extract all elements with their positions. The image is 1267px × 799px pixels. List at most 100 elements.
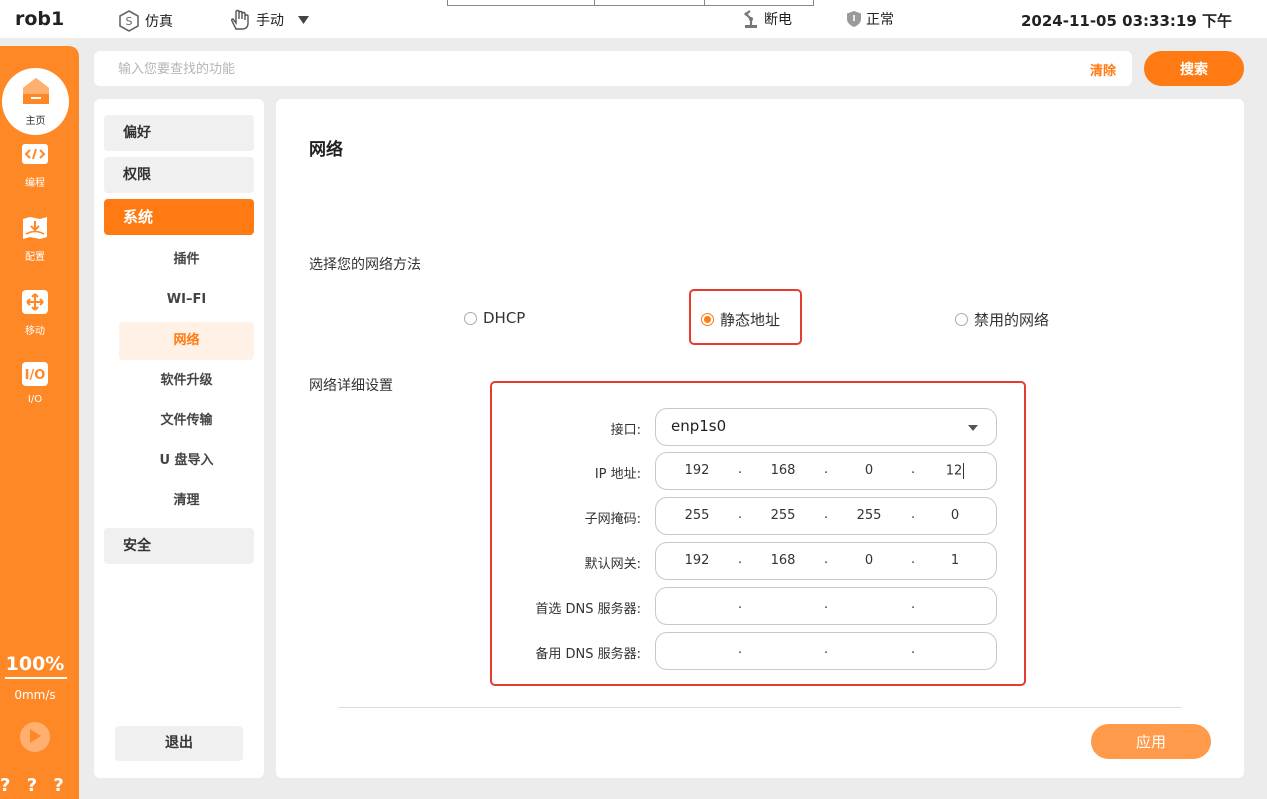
gateway-octet[interactable]: 1 [935, 553, 975, 568]
alternate-dns-field[interactable]: . . . [655, 632, 997, 670]
subnet-octet[interactable]: 255 [677, 508, 717, 523]
robot-name: rob1 [15, 8, 65, 30]
hand-icon [228, 9, 252, 31]
content-divider [338, 707, 1182, 708]
sidebar-item-label: 编程 [25, 178, 45, 189]
octet-separator: . [824, 507, 829, 522]
speed-percent[interactable]: 100% [0, 653, 70, 675]
play-button[interactable] [20, 722, 50, 752]
home-button[interactable]: 主页 [2, 68, 69, 135]
robot-arm-icon [742, 9, 760, 29]
radio-label: DHCP [483, 309, 526, 327]
preferred-dns-field[interactable]: . . . [655, 587, 997, 625]
ip-octet[interactable]: 168 [763, 463, 803, 478]
radio-label: 静态地址 [720, 311, 781, 329]
speed-divider [5, 677, 67, 679]
nav-item-file-transfer[interactable]: 文件传输 [119, 402, 254, 440]
network-details-label: 网络详细设置 [309, 378, 393, 394]
subnet-mask-field[interactable]: 255 . 255 . 255 . 0 [655, 497, 997, 535]
config-download-icon [21, 215, 49, 245]
manual-mode-dropdown[interactable]: 手动 [228, 9, 309, 31]
nav-category-preferences[interactable]: 偏好 [104, 115, 254, 151]
code-icon [21, 143, 49, 171]
interface-select[interactable]: enp1s0 [655, 408, 997, 446]
interface-label: 接口: [610, 423, 641, 438]
octet-separator: . [824, 552, 829, 567]
apply-button[interactable]: 应用 [1091, 724, 1211, 759]
octet-separator: . [738, 552, 743, 567]
manual-mode-label: 手动 [256, 13, 284, 29]
radio-static[interactable]: 静态地址 [701, 309, 780, 330]
octet-separator: . [738, 462, 743, 477]
ip-address-field[interactable]: 192 . 168 . 0 . 12 [655, 452, 997, 490]
nav-item-usb-import[interactable]: U 盘导入 [119, 442, 254, 480]
nav-category-system[interactable]: 系统 [104, 199, 254, 235]
page-title: 网络 [309, 140, 343, 160]
main-sidebar: 主页 编程 配置 移动 I/O I/O 100% 0mm/s ? ? ? ? [0, 46, 79, 799]
nav-item-cleanup[interactable]: 清理 [119, 482, 254, 520]
subnet-octet[interactable]: 255 [849, 508, 889, 523]
search-button[interactable]: 搜索 [1144, 51, 1244, 86]
octet-separator: . [738, 642, 743, 657]
subnet-octet[interactable]: 0 [935, 508, 975, 523]
nav-item-software-upgrade[interactable]: 软件升级 [119, 362, 254, 400]
radio-dot-selected [701, 313, 714, 326]
chevron-down-icon [298, 16, 309, 24]
octet-separator: . [911, 642, 916, 657]
subnet-octet[interactable]: 255 [763, 508, 803, 523]
default-gateway-field[interactable]: 192 . 168 . 0 . 1 [655, 542, 997, 580]
sidebar-item-label: I/O [27, 394, 43, 405]
sidebar-item-io[interactable]: I/O I/O [0, 361, 70, 405]
octet-separator: . [824, 462, 829, 477]
gateway-octet[interactable]: 192 [677, 553, 717, 568]
network-settings-panel: 网络 选择您的网络方法 DHCP 静态地址 禁用的网络 网络详细设置 接口: e… [276, 99, 1244, 778]
ip-octet-active[interactable]: 12 [935, 463, 975, 479]
interface-value: enp1s0 [671, 417, 727, 435]
nav-category-permissions[interactable]: 权限 [104, 157, 254, 193]
radio-dot [464, 311, 477, 325]
speed-value: 0mm/s [14, 688, 56, 702]
ip-octet[interactable]: 0 [849, 463, 889, 478]
octet-separator: . [824, 597, 829, 612]
power-status: 断电 [742, 9, 792, 29]
nav-item-network[interactable]: 网络 [119, 322, 254, 360]
simulation-mode-indicator[interactable]: S 仿真 [117, 9, 173, 33]
simulation-label: 仿真 [145, 14, 173, 30]
help-icons[interactable]: ? ? ? ? [0, 775, 79, 799]
radio-disabled-network[interactable]: 禁用的网络 [955, 309, 1049, 330]
shield-icon [846, 10, 862, 28]
datetime-display: 2024-11-05 03:33:19 下午 [1020, 12, 1232, 30]
radio-label: 禁用的网络 [974, 311, 1050, 329]
svg-text:I/O: I/O [25, 368, 46, 383]
search-bar: 清除 [94, 51, 1132, 86]
radio-dot [955, 313, 968, 326]
top-bar: rob1 S 仿真 手动 断电 正常 2024-11-05 03:33:19 下… [0, 0, 1267, 38]
sidebar-item-config[interactable]: 配置 [0, 215, 70, 263]
default-gateway-label: 默认网关: [584, 557, 641, 572]
play-icon [29, 728, 41, 747]
octet-separator: . [824, 642, 829, 657]
octet-separator: . [911, 507, 916, 522]
gateway-octet[interactable]: 0 [849, 553, 889, 568]
ip-octet-value: 12 [945, 463, 963, 479]
subnet-mask-label: 子网掩码: [584, 512, 641, 527]
nav-item-wifi[interactable]: WI–FI [119, 281, 254, 319]
clear-button[interactable]: 清除 [1090, 60, 1116, 79]
nav-item-plugins[interactable]: 插件 [119, 241, 254, 279]
octet-separator: . [911, 552, 916, 567]
logout-button[interactable]: 退出 [115, 726, 243, 761]
sidebar-item-move[interactable]: 移动 [0, 289, 70, 337]
chevron-down-icon [968, 425, 978, 431]
sidebar-item-programming[interactable]: 编程 [0, 143, 70, 189]
move-arrows-icon [21, 289, 49, 319]
ip-octet[interactable]: 192 [677, 463, 717, 478]
text-cursor [963, 463, 965, 479]
ip-address-label: IP 地址: [594, 467, 641, 482]
radio-dhcp[interactable]: DHCP [464, 309, 525, 327]
preferred-dns-label: 首选 DNS 服务器: [535, 602, 641, 617]
octet-separator: . [738, 597, 743, 612]
search-input[interactable] [118, 59, 1018, 79]
nav-category-safety[interactable]: 安全 [104, 528, 254, 564]
home-icon [21, 76, 51, 110]
gateway-octet[interactable]: 168 [763, 553, 803, 568]
